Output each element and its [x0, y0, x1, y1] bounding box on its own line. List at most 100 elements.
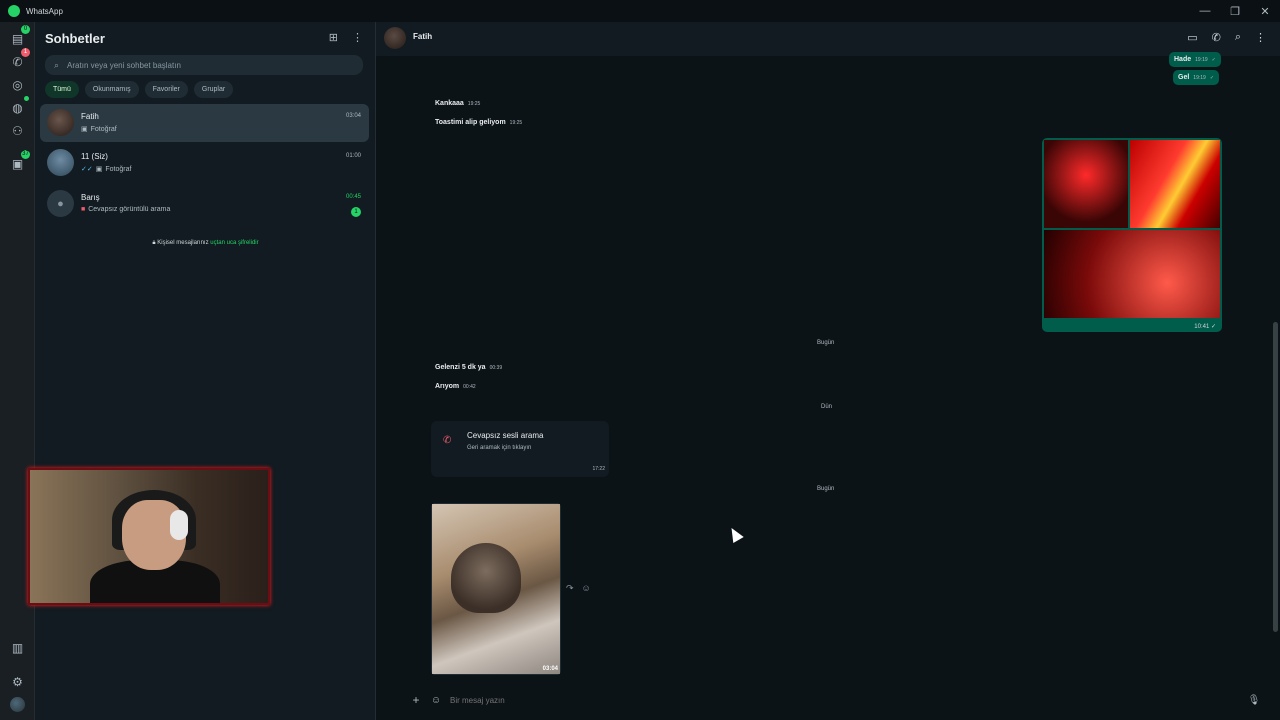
chat-preview: ▣ Fotoğraf: [81, 125, 117, 134]
communities-nav-icon[interactable]: ⚇: [9, 122, 26, 139]
contact-avatar[interactable]: [384, 27, 406, 49]
message-text: Arıyom: [435, 383, 460, 390]
message-time: 00:42: [463, 384, 476, 390]
call-title: Cevapsız sesli arama: [467, 431, 544, 440]
chat-list-sidebar: Sohbetler ⊞ ⋮ ⌕ Aratın veya yeni sohbet …: [35, 22, 376, 720]
message-text: Hade: [1174, 56, 1192, 63]
search-placeholder: Aratın veya yeni sohbet başlatın: [67, 60, 181, 70]
media-nav-icon[interactable]: ▥: [9, 639, 26, 656]
conversation-panel: Fatih ▭ ✆ ⌕ ⋮ Hade 19:19 ✓ Gel 19:19 ✓ Kanka…: [376, 22, 1280, 720]
chat-name: Fatih: [81, 112, 99, 121]
calls-badge: 1: [21, 48, 30, 57]
chat-item-baris[interactable]: ● Barış ■ Cevapsız görüntülü arama 00:45 …: [40, 185, 369, 223]
search-icon[interactable]: ⌕: [1235, 31, 1241, 44]
emoji-icon[interactable]: ☺: [426, 695, 446, 706]
filter-all[interactable]: Tümü: [45, 81, 79, 98]
chat-time: 01:00: [345, 153, 361, 159]
date-divider: Bugün: [812, 338, 840, 348]
message-text: Toastimi alip geliyom: [435, 119, 506, 126]
status-nav-icon[interactable]: ◎: [9, 76, 26, 93]
preview-text: Fotoğraf: [105, 165, 132, 173]
settings-gear-icon[interactable]: ⚙: [9, 673, 26, 690]
message-out[interactable]: Hade 19:19 ✓: [1169, 52, 1221, 67]
message-input[interactable]: [446, 695, 1244, 705]
message-text: Gel: [1178, 74, 1190, 81]
chats-nav-icon[interactable]: ▤ 0: [9, 25, 30, 47]
message-in[interactable]: Arıyom 00:42: [430, 379, 481, 394]
default-avatar-icon: ●: [47, 190, 74, 217]
archive-nav-icon[interactable]: ▣ 37: [9, 150, 30, 172]
kitten-image: [451, 543, 521, 613]
avatar: [47, 149, 74, 176]
chat-preview: ■ Cevapsız görüntülü arama: [81, 206, 170, 213]
missed-video-call-icon: ■: [81, 206, 86, 213]
message-time: 19:25: [467, 101, 481, 107]
channels-nav-icon[interactable]: ◍: [9, 96, 29, 116]
sidebar-title: Sohbetler: [45, 31, 105, 46]
message-text: Gelenzi 5 dk ya: [435, 364, 486, 371]
message-time: 19:25: [509, 120, 523, 126]
date-divider: Dün: [816, 402, 838, 412]
chat-name: Barış: [81, 193, 100, 202]
maximize-button[interactable]: ❐: [1220, 0, 1250, 22]
conversation-header: Fatih ▭ ✆ ⌕ ⋮: [376, 22, 1280, 56]
contact-name[interactable]: Fatih: [413, 32, 432, 41]
video-call-icon[interactable]: ▭: [1187, 31, 1197, 44]
missed-call-message[interactable]: ✆ Cevapsız sesli arama Geri aramak için …: [431, 421, 609, 477]
message-time: 00:39: [489, 365, 503, 371]
menu-dots-icon[interactable]: ⋮: [1255, 31, 1266, 44]
filter-unread[interactable]: Okunmamış: [84, 81, 139, 98]
message-time: 19:19: [1195, 57, 1208, 63]
close-button[interactable]: ✕: [1250, 0, 1280, 22]
read-check-icon: ✓: [1209, 75, 1215, 81]
photo-message[interactable]: 03:04: [431, 503, 561, 675]
nav-rail: ▤ 0 ✆ 1 ◎ ◍ ⚇ ▣ 37 ▥ ⚙: [0, 22, 35, 720]
forward-icon[interactable]: ↷: [566, 583, 574, 594]
message-composer: + ☺ 🎙︎: [406, 687, 1264, 713]
chat-name: 11 (Siz): [81, 152, 108, 161]
voice-call-icon[interactable]: ✆: [1212, 31, 1221, 44]
read-check-icon: ✓✓: [81, 166, 93, 173]
photo-thumbnail[interactable]: [1044, 140, 1128, 228]
preview-text: Fotoğraf: [90, 125, 117, 133]
profile-avatar[interactable]: [9, 696, 26, 713]
missed-call-icon: ✆: [443, 435, 452, 446]
scrollbar[interactable]: [1273, 322, 1278, 632]
message-in[interactable]: Gelenzi 5 dk ya 00:39: [430, 360, 508, 375]
search-icon: ⌕: [54, 59, 60, 70]
read-check-icon: ✓: [1211, 57, 1216, 63]
preview-text: Cevapsız görüntülü arama: [88, 206, 171, 213]
chat-item-fatih[interactable]: Fatih ▣ Fotoğraf 03:04: [40, 104, 369, 142]
new-chat-icon[interactable]: ⊞: [329, 31, 338, 44]
message-time: 10:41 ✓: [1194, 324, 1216, 330]
photo-thumbnail[interactable]: [1130, 140, 1220, 228]
message-in[interactable]: Toastimi alip geliyom 19:25: [430, 115, 528, 130]
chat-item-self[interactable]: 11 (Siz) ✓✓ ▣ Fotoğraf 01:00: [40, 144, 369, 182]
photo-thumbnail[interactable]: [1044, 230, 1220, 318]
message-in[interactable]: Kankaaa 19:25: [430, 96, 486, 111]
photos-time-text: 10:41: [1194, 324, 1210, 330]
message-out[interactable]: Gel 19:19 ✓: [1173, 70, 1220, 85]
photo-album-message[interactable]: 10:41 ✓: [1042, 138, 1222, 332]
calls-nav-icon[interactable]: ✆ 1: [9, 48, 30, 70]
filter-favorites[interactable]: Favoriler: [144, 81, 188, 98]
microphone-icon[interactable]: 🎙︎: [1244, 695, 1264, 706]
encryption-note: 🔒︎ Kişisel mesajlarınız uçtan uca şifrel…: [35, 240, 376, 247]
react-emoji-icon[interactable]: ☺: [582, 583, 591, 594]
title-bar: WhatsApp — ❐ ✕: [0, 0, 1280, 22]
encryption-link[interactable]: uçtan uca şifrelidir: [210, 240, 258, 246]
filter-groups[interactable]: Gruplar: [193, 81, 234, 98]
app-title: WhatsApp: [26, 6, 63, 16]
message-time: 17:22: [592, 466, 605, 472]
minimize-button[interactable]: —: [1190, 0, 1220, 22]
encryption-text: Kişisel mesajlarınız: [157, 240, 209, 246]
attach-plus-icon[interactable]: +: [406, 693, 426, 707]
menu-dots-icon[interactable]: ⋮: [352, 31, 363, 44]
filter-chips: Tümü Okunmamış Favoriler Gruplar: [45, 81, 234, 98]
search-input[interactable]: ⌕ Aratın veya yeni sohbet başlatın: [45, 55, 363, 75]
chats-badge: 0: [21, 25, 30, 34]
photo-icon: ▣: [95, 166, 103, 173]
communities-badge: 37: [21, 150, 30, 159]
message-text: Kankaaa: [435, 100, 464, 107]
date-divider: Bugün: [812, 484, 840, 494]
